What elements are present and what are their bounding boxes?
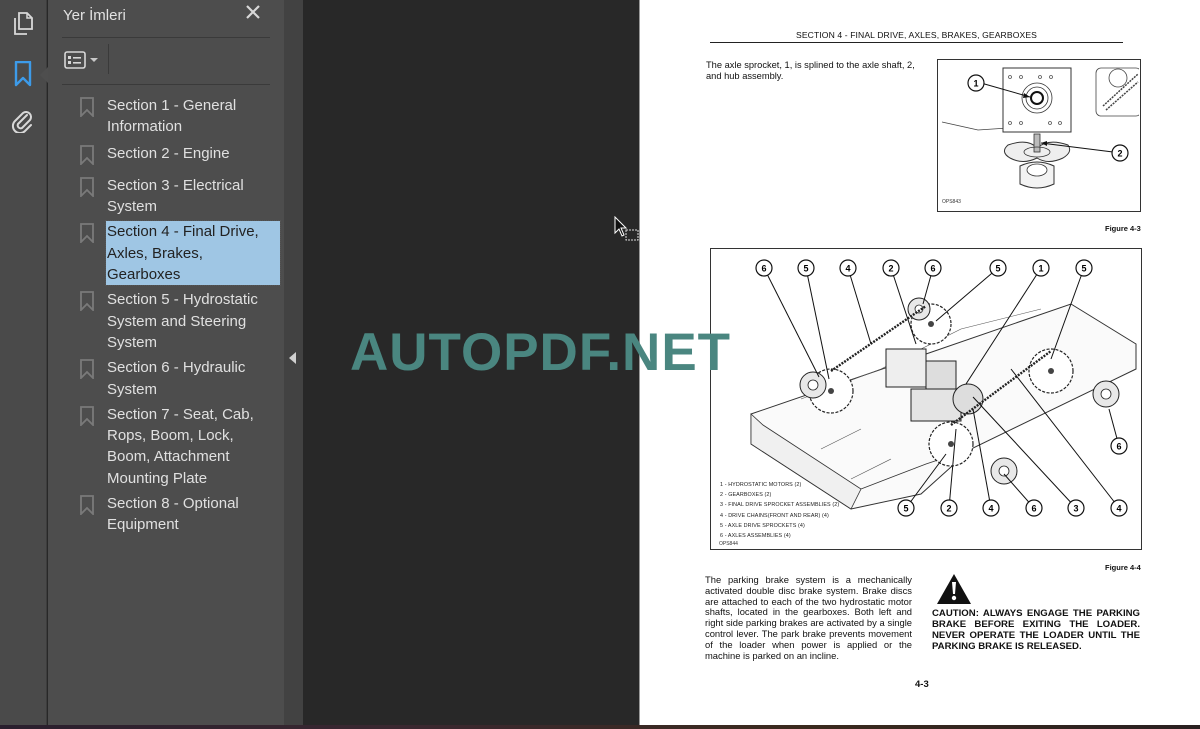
bookmark-label: Section 4 - Final Drive, Axles, Brakes, …	[105, 220, 281, 287]
callout-label: 5	[1081, 264, 1086, 274]
callout-label: 2	[1117, 149, 1122, 159]
callout-leader	[935, 267, 999, 322]
legend-item: 6 - AXLES ASSEMBLIES (4)	[720, 533, 791, 540]
bookmark-icon	[80, 359, 94, 380]
figure-legend: 1 - HYDROSTATIC MOTORS (2) 2 - GEARBOXES…	[720, 480, 839, 541]
paragraph-axle-sprocket: The axle sprocket, 1, is splined to the …	[706, 60, 915, 81]
callout-label: 3	[1073, 504, 1078, 514]
bookmark-label: Section 3 - Electrical System	[107, 176, 244, 216]
close-icon	[246, 5, 260, 19]
sidebar-rail	[0, 0, 47, 725]
legend-item: 2 - GEARBOXES (2)	[720, 492, 772, 499]
chevron-down-icon	[90, 58, 98, 62]
callout-label: 1	[1038, 264, 1043, 274]
figure-4-3: 1 2 OPS843	[937, 59, 1142, 212]
bookmark-icon	[80, 176, 94, 197]
callout-label: 4	[988, 504, 993, 514]
toolbar-separator	[108, 44, 109, 74]
bookmark-label: Section 1 - General Information	[107, 97, 237, 136]
caution-text: CAUTION: ALWAYS ENGAGE THE PARKING BRAKE…	[932, 608, 1140, 652]
callout-label: 4	[845, 264, 850, 274]
bookmark-item-selected[interactable]: Section 4 - Final Drive, Axles, Brakes, …	[80, 220, 281, 287]
figure-code: OPS844	[719, 541, 738, 547]
bookmark-item[interactable]: Section 1 - General Information	[80, 95, 280, 138]
header-rule	[710, 42, 1123, 43]
bookmark-icon	[80, 495, 94, 516]
bookmark-list: Section 1 - General Information Section …	[80, 95, 281, 538]
collapse-panel-arrow-icon[interactable]	[289, 352, 296, 364]
bookmark-item[interactable]: Section 2 - Engine	[80, 143, 280, 165]
bookmark-icon	[80, 144, 94, 165]
callout-leader	[805, 267, 830, 380]
legend-item: 1 - HYDROSTATIC MOTORS (2)	[720, 482, 802, 488]
callout-label: 4	[1116, 504, 1121, 514]
attachment-icon[interactable]	[9, 107, 37, 135]
panel-title: Yer İmleri	[63, 7, 126, 24]
figure-caption: Figure 4-3	[1105, 224, 1141, 233]
paragraph-parking-brake: The parking brake system is a mechanical…	[705, 574, 912, 661]
bookmark-label: Section 5 - Hydrostatic System and Steer…	[107, 291, 258, 351]
figure-code: OPS843	[942, 199, 961, 205]
bookmark-icon	[80, 223, 94, 244]
panel-divider	[62, 37, 270, 38]
bookmark-item[interactable]: Section 3 - Electrical System	[80, 175, 280, 218]
active-panel-pointer	[40, 67, 48, 83]
bookmark-item[interactable]: Section 8 - Optional Equipment	[80, 493, 280, 536]
callout-label: 5	[995, 264, 1000, 274]
bookmark-icon[interactable]	[9, 60, 37, 88]
figure-caption: Figure 4-4	[1105, 563, 1141, 572]
callout-label: 1	[973, 79, 978, 89]
bookmark-icon	[80, 97, 94, 117]
callout-label: 5	[903, 504, 908, 514]
callout-label: 2	[888, 264, 893, 274]
watermark: AUTOPDF.NET	[350, 323, 732, 382]
callout-label: 6	[1031, 504, 1036, 514]
callout-label: 6	[930, 264, 935, 274]
bookmark-label: Section 7 - Seat, Cab, Rops, Boom, Lock,…	[107, 405, 254, 487]
bookmark-item[interactable]: Section 7 - Seat, Cab, Rops, Boom, Lock,…	[80, 404, 280, 489]
bookmark-options-button[interactable]	[64, 48, 100, 72]
bookmark-icon	[80, 291, 94, 312]
callout-leader	[847, 267, 872, 345]
page-number: 4-3	[915, 679, 929, 690]
bookmark-item[interactable]: Section 6 - Hydraulic System	[80, 357, 280, 400]
section-header: SECTION 4 - FINAL DRIVE, AXLES, BRAKES, …	[796, 30, 1037, 40]
callout-label: 6	[761, 264, 766, 274]
bookmark-label: Section 6 - Hydraulic System	[107, 359, 246, 398]
axle-sprocket-illustration: 1 2 OPS843	[941, 67, 1142, 205]
bookmarks-panel: Yer İmleri Section 1 - General Informati…	[48, 0, 284, 725]
bookmark-label: Section 8 - Optional Equipment	[107, 495, 239, 534]
mouse-cursor-icon	[614, 216, 639, 241]
panel-divider	[62, 84, 270, 85]
warning-icon	[937, 574, 971, 604]
legend-item: 5 - AXLE DRIVE SPROCKETS (4)	[720, 522, 805, 529]
legend-item: 4 - DRIVE CHAINS(FRONT AND REAR) (4)	[720, 512, 829, 519]
callout-label: 2	[946, 504, 951, 514]
bookmark-label: Section 2 - Engine	[107, 144, 230, 162]
bookmark-item[interactable]: Section 5 - Hydrostatic System and Steer…	[80, 289, 280, 353]
taskbar-strip	[0, 725, 1200, 729]
list-options-icon	[64, 51, 86, 69]
callout-leader	[763, 267, 820, 378]
bookmark-icon	[80, 405, 94, 426]
panel-splitter[interactable]	[284, 0, 303, 725]
pdf-reader-window: Yer İmleri Section 1 - General Informati…	[0, 0, 1200, 729]
legend-item: 3 - FINAL DRIVE SPROCKET ASSEMBLIES (2)	[720, 502, 840, 509]
callout-label: 5	[803, 264, 808, 274]
pages-icon[interactable]	[9, 10, 37, 38]
close-panel-button[interactable]	[245, 4, 263, 24]
callout-label: 6	[1116, 442, 1121, 452]
